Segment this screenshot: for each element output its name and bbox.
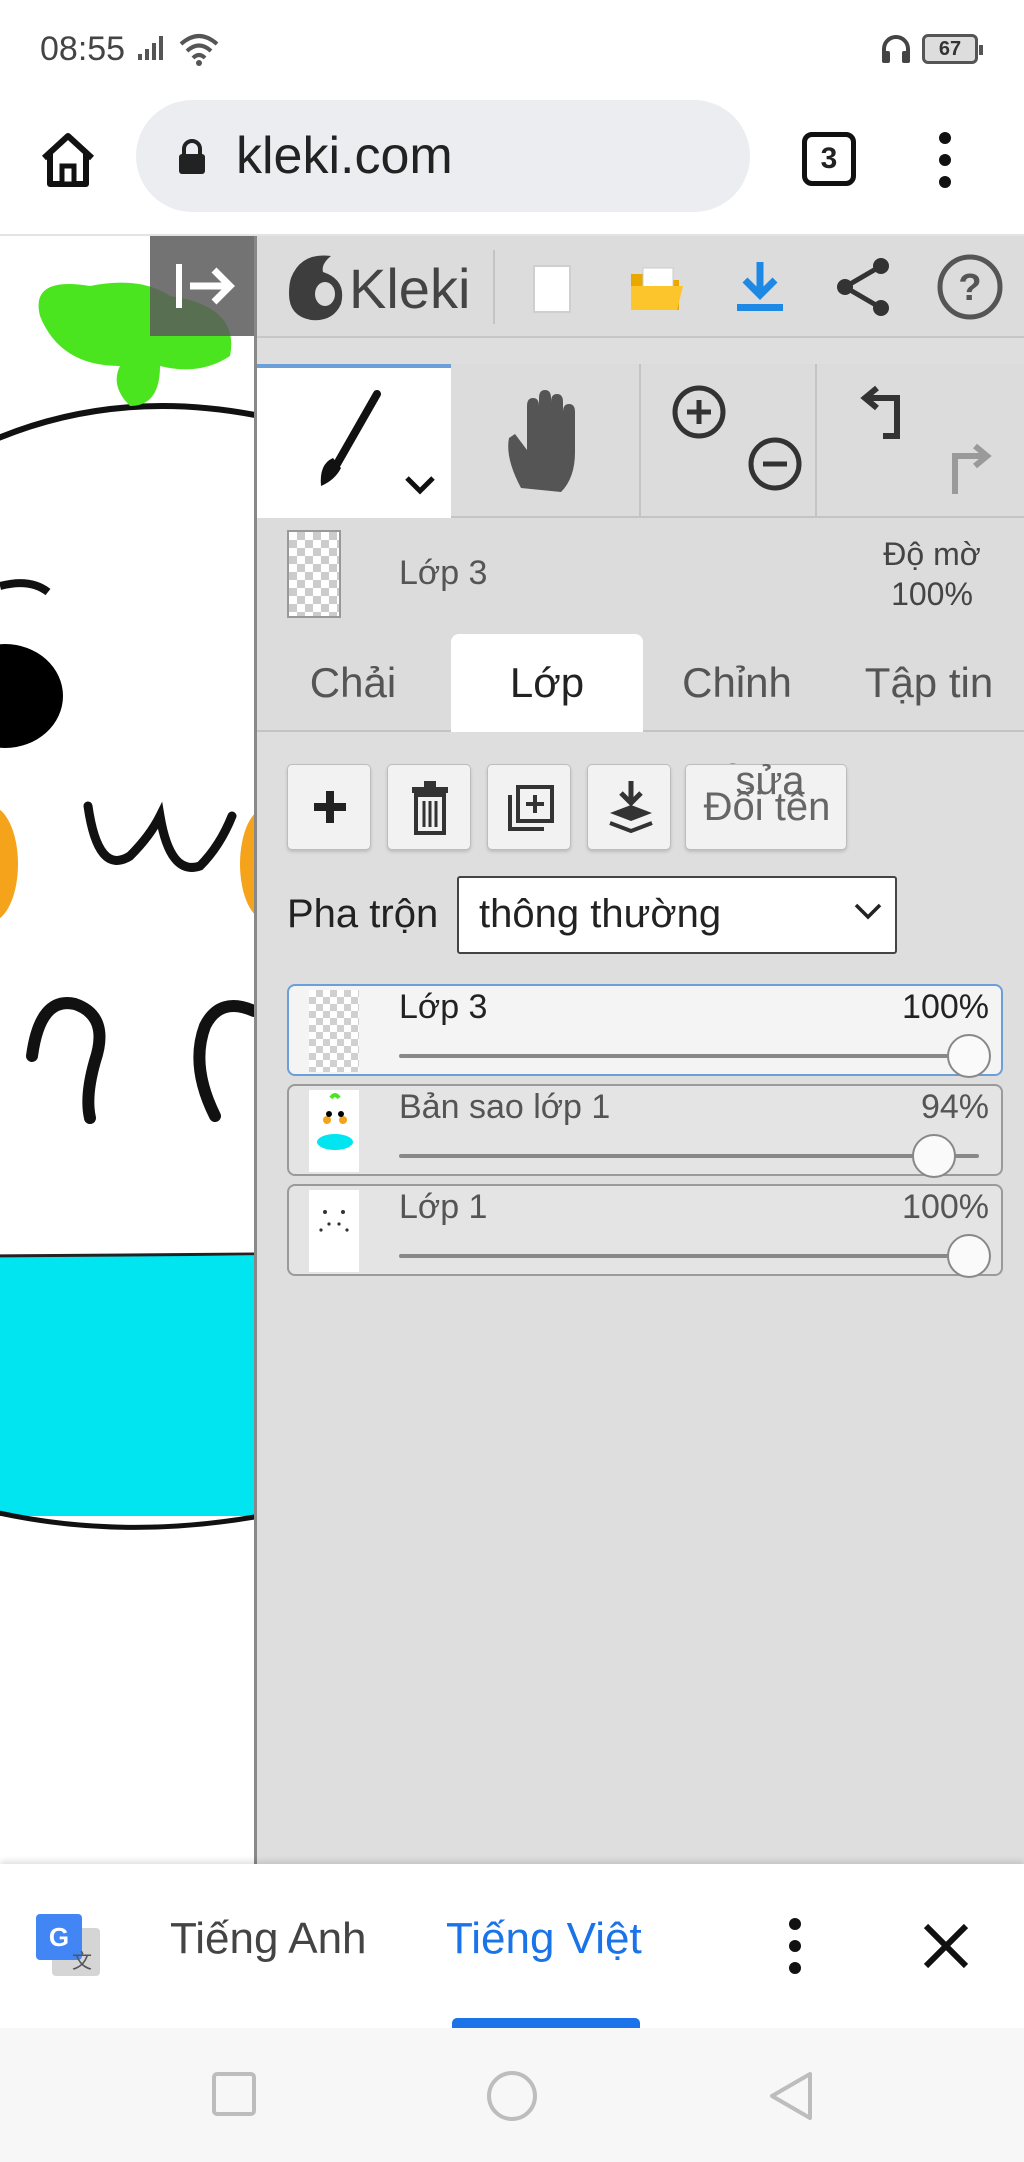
current-layer-info: Lớp 3 Độ mờ 100% [257,518,1024,626]
chevron-down-icon[interactable] [403,474,437,496]
battery-icon: 67 [922,34,983,64]
duplicate-layer-button[interactable] [487,764,571,850]
merge-down-icon [609,781,653,834]
home-nav-button[interactable] [484,2070,540,2126]
back-nav-button[interactable] [766,2070,816,2122]
browser-toolbar: kleki.com 3 [0,100,1024,236]
home-button[interactable] [36,128,100,192]
tab-layers[interactable]: Lớp [451,634,643,732]
plus-icon [314,791,346,823]
current-layer-name: Lớp 3 [399,554,488,592]
opacity-label: Độ mờ [883,536,981,572]
drawing-canvas[interactable] [0,236,254,1864]
signal-icon [138,36,163,60]
svg-text:?: ? [958,267,981,309]
blend-mode-select[interactable]: thông thường [457,876,897,954]
rename-layer-button[interactable]: sửa Đổi tên [685,759,847,850]
kleki-logo-icon [289,255,343,321]
active-language-indicator [452,2018,640,2028]
current-layer-thumbnail [287,530,341,618]
brush-tool-button[interactable] [257,364,451,518]
hand-icon [508,390,575,492]
tab-file[interactable]: Tập tin [833,634,1024,732]
system-nav-bar [0,2028,1024,2162]
delete-layer-button[interactable] [387,764,471,850]
rename-label: Đổi tên [703,785,831,829]
layer-opacity: 100% [902,988,989,1026]
merge-down-button[interactable] [587,764,671,850]
canvas-drawing [0,282,254,1530]
zoom-out-icon[interactable] [745,434,805,494]
layer-thumbnail [309,990,359,1072]
layer-name: Lớp 3 [399,988,488,1026]
app-title: Kleki [349,257,471,320]
history-controls [815,364,1024,518]
collapse-panel-button[interactable] [150,236,254,336]
source-language-tab[interactable]: Tiếng Anh [170,1914,367,1964]
help-icon[interactable]: ? [933,250,1007,324]
layer-opacity: 94% [920,1088,989,1126]
svg-text:文: 文 [72,1949,92,1973]
status-time: 08:55 [40,30,126,68]
chevron-down-icon [854,903,882,920]
zoom-in-icon[interactable] [669,382,729,442]
target-language-tab[interactable]: Tiếng Việt [446,1914,642,1964]
layer-name: Lớp 1 [399,1188,488,1226]
hand-tool-button[interactable] [451,364,639,518]
opacity-slider-handle[interactable] [947,1234,991,1278]
translate-bar: G 文 Tiếng Anh Tiếng Việt [0,1864,1024,2028]
opacity-slider-track[interactable] [399,1254,979,1258]
layer-thumbnail-art [309,1190,359,1272]
svg-text:G: G [49,1922,69,1952]
url-text: kleki.com [236,127,453,185]
browser-menu-button[interactable] [930,130,960,190]
tab-brush[interactable]: Chải [257,634,449,732]
zoom-controls [639,364,815,518]
google-translate-icon[interactable]: G 文 [36,1914,102,1980]
opacity-value: 100% [891,576,973,612]
duplicate-icon [508,785,554,831]
add-layer-button[interactable] [287,764,371,850]
translate-menu-button[interactable] [780,1916,810,1976]
blend-mode-label: Pha trộn [287,892,439,936]
layer-opacity-readout: Độ mờ 100% [857,534,1007,614]
wifi-icon [179,34,219,66]
tool-row [257,364,1024,518]
address-bar[interactable]: kleki.com [136,100,750,212]
share-icon[interactable] [827,250,901,324]
header-divider [493,250,495,324]
tab-switcher-button[interactable]: 3 [802,132,856,186]
panel-tabs: Chải Lớp Chỉnh sửa Tập tin [257,626,1024,804]
tab-edit[interactable]: Chỉnh sửa [641,634,833,804]
panel-header: Kleki ? [257,236,1024,338]
tool-panel: Kleki ? Lớp 3 Độ mờ 100% Chải Lớp Chỉnh … [254,236,1024,1864]
redo-icon[interactable] [935,438,999,498]
download-icon[interactable] [723,250,797,324]
undo-icon[interactable] [853,384,917,444]
layer-item[interactable]: Lớp 1 100% [287,1184,1003,1278]
opacity-slider-track[interactable] [399,1154,979,1158]
open-folder-icon[interactable] [619,250,693,324]
headset-icon [882,35,910,63]
close-translate-button[interactable] [918,1918,974,1974]
layer-thumbnail-art [309,1090,359,1172]
opacity-slider-handle[interactable] [947,1034,991,1078]
opacity-slider-handle[interactable] [912,1134,957,1178]
lock-icon [179,139,205,174]
recent-apps-button[interactable] [210,2070,258,2118]
blend-mode-value: thông thường [479,892,722,936]
new-image-icon[interactable] [513,250,587,324]
layer-thumbnail [309,1190,359,1272]
trash-icon [412,781,448,835]
layer-opacity: 100% [902,1188,989,1226]
layer-item[interactable]: Bản sao lớp 1 94% [287,1084,1003,1178]
layer-thumbnail [309,1090,359,1172]
status-bar: 08:55 67 [0,0,1024,100]
layer-item[interactable]: Lớp 3 100% [287,984,1003,1078]
brush-icon [320,390,381,486]
layer-name: Bản sao lớp 1 [399,1088,611,1126]
opacity-slider-track[interactable] [399,1054,979,1058]
